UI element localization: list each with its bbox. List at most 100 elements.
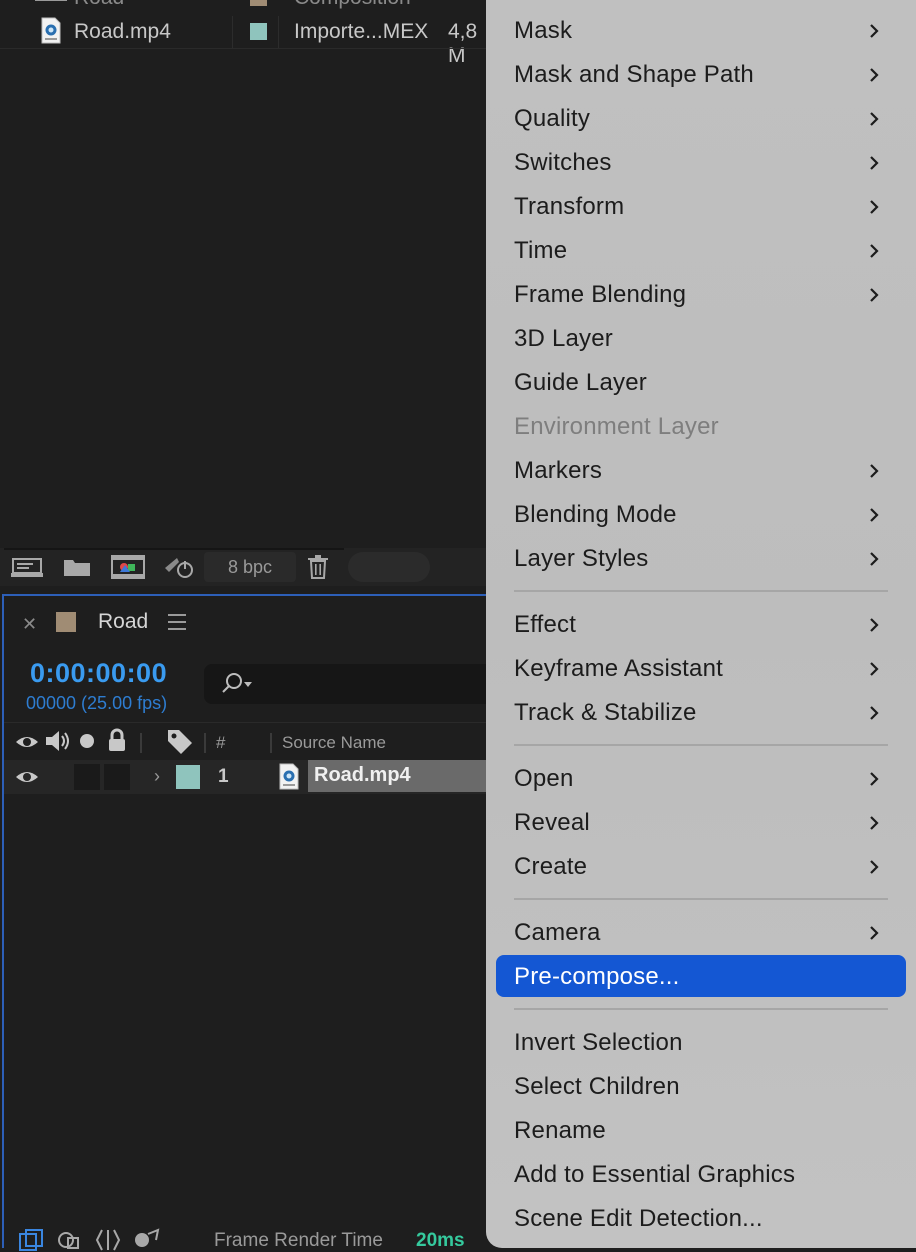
source-name-header[interactable]: Source Name [282, 733, 386, 753]
speaker-icon[interactable] [44, 729, 72, 753]
submenu-chevron-icon [870, 464, 879, 478]
menu-item-select-children[interactable]: Select Children [496, 1067, 906, 1107]
menu-item-mask[interactable]: Mask [496, 11, 906, 51]
lock-icon[interactable] [106, 728, 128, 754]
menu-item-layer-styles[interactable]: Layer Styles [496, 539, 906, 579]
menu-item-label: Keyframe Assistant [514, 655, 724, 682]
panel-menu-icon[interactable] [168, 614, 186, 630]
submenu-chevron-icon [870, 552, 879, 566]
frame-render-time-label: Frame Render Time [214, 1230, 383, 1251]
video-file-icon [41, 17, 61, 44]
menu-item-switches[interactable]: Switches [496, 143, 906, 183]
menu-item-label: Blending Mode [514, 501, 677, 528]
menu-item-frame-blending[interactable]: Frame Blending [496, 275, 906, 315]
menu-item-time[interactable]: Time [496, 231, 906, 271]
solo-icon[interactable] [78, 732, 96, 750]
layer-context-menu: Mask Mask and Shape Path Quality Switche… [486, 0, 916, 1248]
submenu-chevron-icon [870, 112, 879, 126]
menu-item-label: Track & Stabilize [514, 699, 697, 726]
menu-item-create[interactable]: Create [496, 847, 906, 887]
menu-item-label: Environment Layer [514, 413, 719, 440]
label-tag-icon[interactable] [166, 728, 194, 754]
submenu-chevron-icon [870, 24, 879, 38]
project-item-road-comp[interactable]: Road Composition [0, 0, 492, 14]
menu-item-add-to-essential-graphics[interactable]: Add to Essential Graphics [496, 1155, 906, 1195]
menu-item-label: Time [514, 237, 568, 264]
expand-chevron-icon[interactable]: › [154, 766, 160, 787]
interpret-footage-button[interactable] [8, 554, 46, 580]
menu-item-label: Camera [514, 919, 601, 946]
video-visibility-eye-icon[interactable] [14, 766, 40, 788]
menu-separator [514, 1008, 888, 1010]
layer-number-header[interactable]: # [216, 733, 225, 753]
menu-item-mask-and-shape-path[interactable]: Mask and Shape Path [496, 55, 906, 95]
project-item-name: Road.mp4 [74, 20, 171, 43]
menu-item-transform[interactable]: Transform [496, 187, 906, 227]
solo-toggle[interactable] [74, 764, 100, 790]
timeline-tab-title[interactable]: Road [98, 610, 148, 634]
layer-source-name[interactable]: Road.mp4 [314, 764, 411, 787]
menu-separator [514, 898, 888, 900]
render-time-icon[interactable] [132, 1228, 162, 1252]
menu-item-3d-layer[interactable]: 3D Layer [496, 319, 906, 359]
menu-item-label: Rename [514, 1117, 606, 1144]
layer-row[interactable]: › 1 Road.mp4 [4, 760, 494, 794]
project-settings-button[interactable] [160, 554, 198, 580]
folder-icon [64, 560, 90, 576]
current-time-display[interactable]: 0:00:00:00 [30, 658, 167, 689]
submenu-chevron-icon [870, 816, 879, 830]
menu-item-blending-mode[interactable]: Blending Mode [496, 495, 906, 535]
layer-search-input[interactable] [204, 664, 504, 704]
lock-toggle[interactable] [104, 764, 130, 790]
submenu-chevron-icon [870, 200, 879, 214]
menu-item-effect[interactable]: Effect [496, 605, 906, 645]
menu-item-open[interactable]: Open [496, 759, 906, 799]
menu-item-reveal[interactable]: Reveal [496, 803, 906, 843]
label-color-swatch[interactable] [250, 23, 267, 40]
column-divider [204, 733, 206, 753]
menu-item-quality[interactable]: Quality [496, 99, 906, 139]
delete-button[interactable] [304, 554, 332, 580]
menu-item-label: Frame Blending [514, 281, 687, 308]
menu-item-label: Effect [514, 611, 577, 638]
menu-item-keyframe-assistant[interactable]: Keyframe Assistant [496, 649, 906, 689]
menu-item-label: Invert Selection [514, 1029, 683, 1056]
submenu-chevron-icon [870, 244, 879, 258]
menu-item-camera[interactable]: Camera [496, 913, 906, 953]
close-tab-icon[interactable]: ✕ [22, 614, 37, 635]
submenu-chevron-icon [870, 772, 879, 786]
submenu-chevron-icon [870, 618, 879, 632]
column-divider [270, 733, 272, 753]
menu-item-environment-layer: Environment Layer [496, 407, 906, 447]
project-item-road-mp4[interactable]: Road.mp4 Importe...MEX 4,8 M [0, 16, 492, 67]
menu-item-track-and-stabilize[interactable]: Track & Stabilize [496, 693, 906, 733]
new-folder-button[interactable] [60, 554, 94, 580]
interpret-footage-icon [11, 558, 43, 577]
submenu-chevron-icon [870, 926, 879, 940]
menu-item-guide-layer[interactable]: Guide Layer [496, 363, 906, 403]
layer-switches-icon[interactable] [18, 1228, 44, 1252]
composition-icon [35, 0, 67, 1]
new-composition-icon [111, 555, 145, 579]
frame-count-fps: 00000 (25.00 fps) [26, 693, 168, 713]
menu-item-markers[interactable]: Markers [496, 451, 906, 491]
menu-item-pre-compose[interactable]: Pre-compose... [496, 955, 906, 997]
menu-item-invert-selection[interactable]: Invert Selection [496, 1023, 906, 1063]
in-out-brackets-icon[interactable] [94, 1228, 122, 1252]
menu-separator [514, 744, 888, 746]
menu-item-scene-edit-detection[interactable]: Scene Edit Detection... [496, 1199, 906, 1239]
menu-item-rename[interactable]: Rename [496, 1111, 906, 1151]
transfer-controls-icon[interactable] [56, 1228, 82, 1252]
footer-divider [4, 548, 344, 550]
trash-icon [308, 555, 328, 579]
project-item-type: Composition [294, 0, 411, 10]
eye-icon[interactable] [14, 731, 40, 753]
new-composition-button[interactable] [108, 554, 148, 580]
layer-label-color[interactable] [176, 765, 200, 789]
menu-item-label: Mask [514, 17, 573, 44]
menu-item-label: Open [514, 765, 574, 792]
submenu-chevron-icon [870, 288, 879, 302]
menu-item-label: Select Children [514, 1073, 680, 1100]
thumbnail-slider[interactable] [348, 552, 430, 582]
color-depth-button[interactable]: 8 bpc [204, 552, 296, 582]
